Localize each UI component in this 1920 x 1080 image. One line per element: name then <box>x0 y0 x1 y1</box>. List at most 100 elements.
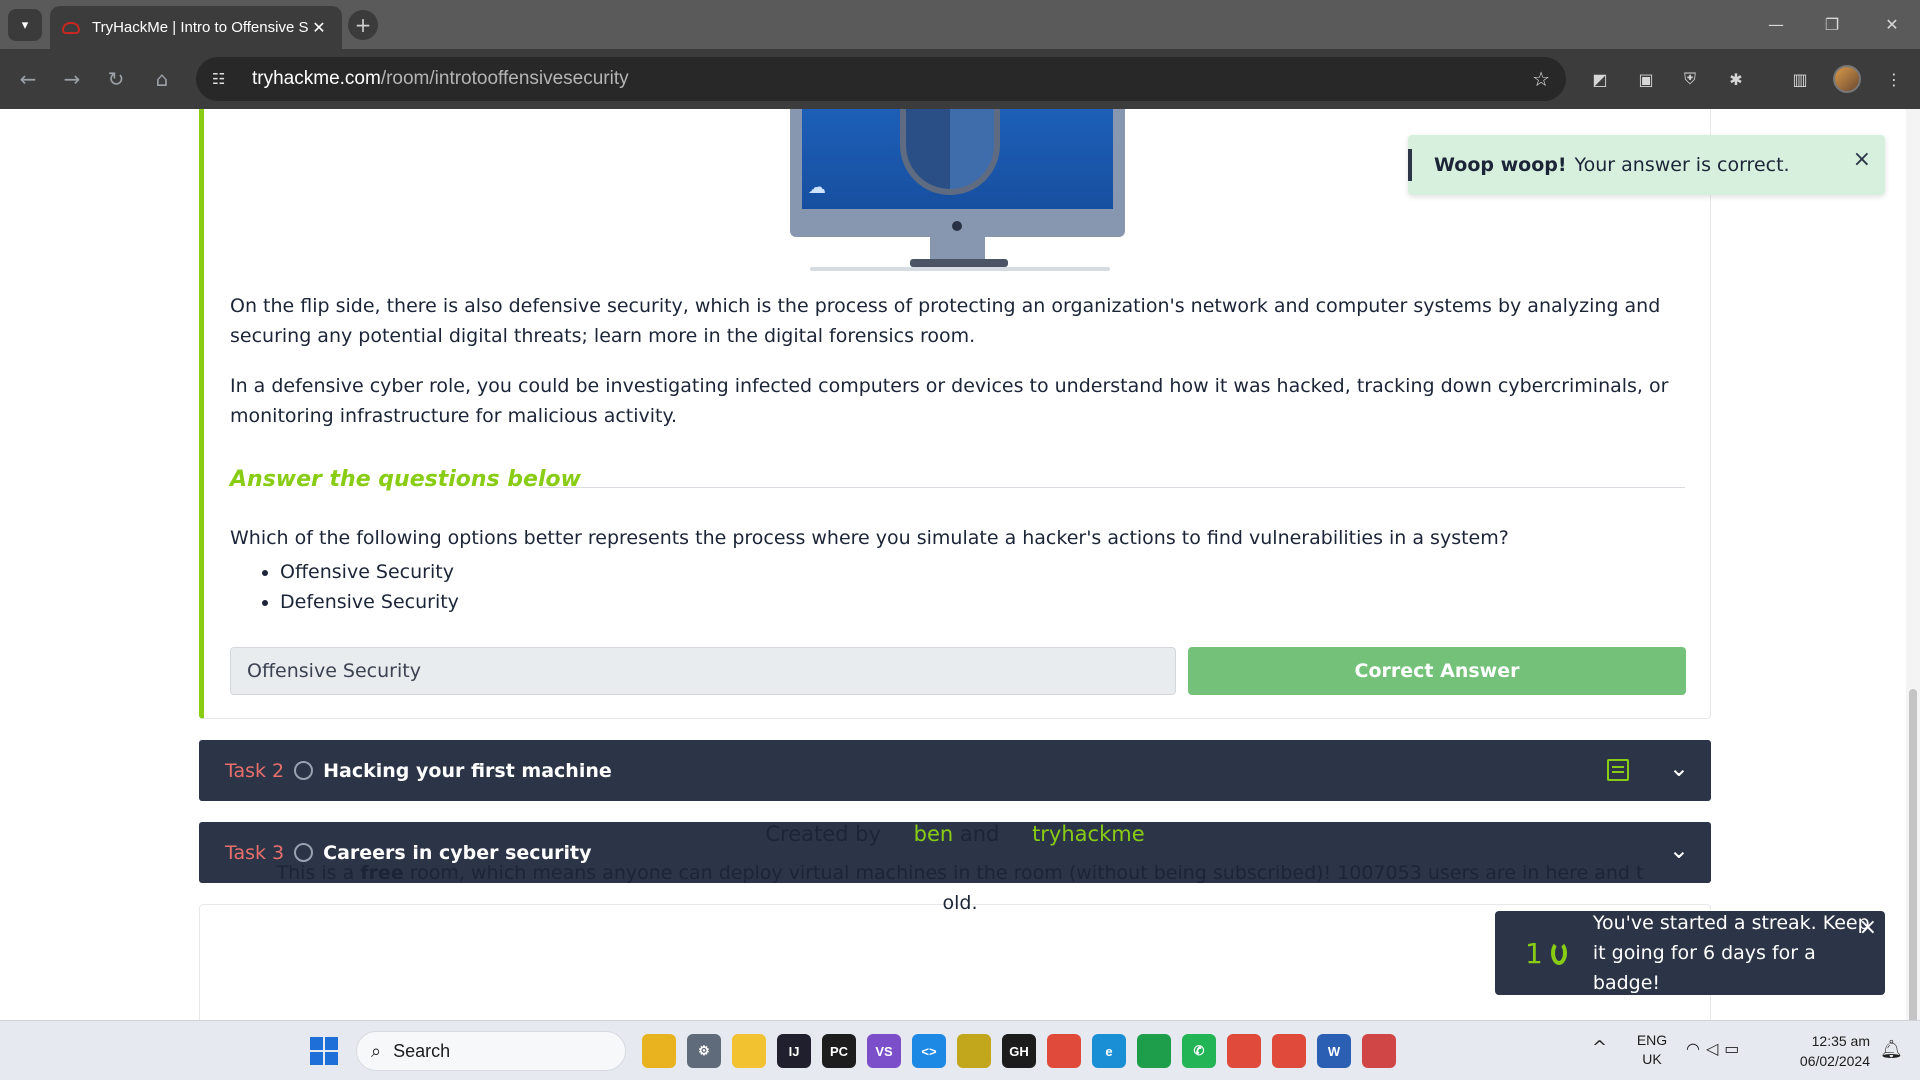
github-icon[interactable]: GH <box>1002 1034 1036 1068</box>
search-label: Search <box>393 1040 451 1061</box>
room-info-card <box>199 904 1711 1020</box>
author-link-ben[interactable]: ben <box>914 822 954 846</box>
task-files-icon[interactable] <box>1607 759 1629 781</box>
show-hidden-icons-icon[interactable]: ^ <box>1592 1037 1607 1058</box>
chrome-profile-icon[interactable] <box>1227 1034 1261 1068</box>
edge-icon[interactable]: e <box>1092 1034 1126 1068</box>
author-avatar <box>1010 825 1029 843</box>
clock-time: 12:35 am <box>1811 1033 1870 1049</box>
answers-heading: Answer the questions below <box>230 467 581 492</box>
defensive-role-paragraph: In a defensive cyber role, you could be … <box>230 375 1669 427</box>
free-prefix: This is a <box>276 862 361 884</box>
taskbar-search[interactable]: ⌕ Search <box>356 1031 626 1071</box>
browser-toolbar: ← → ↻ ⌂ ☷ tryhackme.com/room/introtooffe… <box>0 49 1920 109</box>
cloud-icon: ☁ <box>808 177 826 198</box>
new-tab-button[interactable]: + <box>348 10 378 40</box>
success-toast: Woop woop! Your answer is correct. × <box>1408 135 1885 195</box>
free-word: free <box>360 862 404 884</box>
shield-extension-icon[interactable]: ⛨ <box>1676 65 1704 93</box>
task-title: Hacking your first machine <box>323 759 612 782</box>
clock[interactable]: 12:35 am 06/02/2024 <box>1774 1031 1870 1071</box>
free-room-text: This is a free room, which means anyone … <box>230 858 1690 918</box>
lang-code: ENG <box>1636 1032 1668 1048</box>
address-bar[interactable]: ☷ tryhackme.com/room/introtooffensivesec… <box>196 57 1566 101</box>
home-icon[interactable]: ⌂ <box>146 63 178 95</box>
chrome-profile2-icon[interactable] <box>1272 1034 1306 1068</box>
site-info-icon[interactable]: ☷ <box>212 70 238 88</box>
option-item: Defensive Security <box>280 587 459 617</box>
tab-close-icon[interactable]: ✕ <box>308 18 330 38</box>
url-host: tryhackme.com <box>252 68 381 89</box>
browser-tab-strip: ▾ TryHackMe | Intro to Offensive Securit… <box>0 0 1920 49</box>
author-link-tryhackme[interactable]: tryhackme <box>1032 822 1145 846</box>
close-icon[interactable]: × <box>1853 147 1871 172</box>
task-number: Task 2 <box>225 759 285 782</box>
lang-region: UK <box>1642 1051 1662 1067</box>
whatsapp-icon[interactable]: ✆ <box>1182 1034 1216 1068</box>
tab-capture-icon[interactable]: ▣ <box>1632 65 1660 93</box>
back-icon[interactable]: ← <box>12 63 44 95</box>
battery-icon[interactable]: ▭ <box>1724 1039 1745 1058</box>
clock-date: 06/02/2024 <box>1799 1053 1870 1069</box>
defensive-security-illustration: ☁ <box>790 109 1125 277</box>
intellij-icon[interactable]: IJ <box>777 1034 811 1068</box>
divider <box>540 487 1685 488</box>
minimize-icon[interactable]: — <box>1748 0 1804 49</box>
word-icon[interactable]: W <box>1317 1034 1351 1068</box>
chrome-icon[interactable] <box>1047 1034 1081 1068</box>
success-toast-bold: Woop woop! <box>1434 154 1567 176</box>
system-tray-icons[interactable]: ◠◁▭ <box>1686 1039 1745 1058</box>
created-by-label: Created by <box>765 822 881 846</box>
task-2-header[interactable]: Task 2 Hacking your first machine ⌄ <box>199 740 1711 801</box>
volume-icon[interactable]: ◁ <box>1706 1039 1724 1058</box>
notification-bell-icon[interactable]: 🔔︎ <box>1880 1039 1903 1060</box>
windows-start-icon[interactable] <box>310 1037 338 1065</box>
file-explorer-icon[interactable] <box>732 1034 766 1068</box>
author-avatar <box>891 825 910 843</box>
url-path: /room/introtooffensivesecurity <box>380 68 629 89</box>
answer-input[interactable] <box>230 647 1176 695</box>
window-close-icon[interactable]: ✕ <box>1864 0 1920 49</box>
option-item: Offensive Security <box>280 557 459 587</box>
chevron-down-icon[interactable]: ⌄ <box>1669 754 1689 782</box>
success-toast-text: Your answer is correct. <box>1574 154 1790 176</box>
browser-tab[interactable]: TryHackMe | Intro to Offensive Security … <box>50 6 342 49</box>
tryhackme-favicon-icon <box>62 21 80 34</box>
forward-icon[interactable]: → <box>56 63 88 95</box>
pycharm-icon[interactable]: PC <box>822 1034 856 1068</box>
git-tool-icon[interactable] <box>957 1034 991 1068</box>
classroom-icon[interactable] <box>1137 1034 1171 1068</box>
tab-search-button[interactable]: ▾ <box>8 9 42 41</box>
wifi-icon[interactable]: ◠ <box>1686 1039 1706 1058</box>
tab-title: TryHackMe | Intro to Offensive Security <box>92 19 308 36</box>
extensions-puzzle-icon[interactable]: ✱ <box>1722 65 1750 93</box>
settings-icon[interactable]: ⚙ <box>687 1034 721 1068</box>
search-icon: ⌕ <box>371 1040 382 1061</box>
bookmark-star-icon[interactable]: ☆ <box>1532 67 1550 91</box>
visual-studio-icon[interactable]: VS <box>867 1034 901 1068</box>
vscode-icon[interactable]: <> <box>912 1034 946 1068</box>
and-label: and <box>959 822 1000 846</box>
defensive-security-paragraph: On the flip side, there is also defensiv… <box>230 295 1661 347</box>
language-indicator[interactable]: ENG UK <box>1634 1031 1670 1069</box>
flame-icon <box>1550 941 1567 965</box>
task-status-circle-icon <box>294 761 314 780</box>
extension-icon[interactable]: ◩ <box>1586 65 1614 93</box>
correct-answer-button[interactable]: Correct Answer <box>1188 647 1686 695</box>
streak-toast: 1 You've started a streak. Keep it going… <box>1495 911 1885 995</box>
streak-count: 1 <box>1525 936 1543 970</box>
question-text: Which of the following options better re… <box>230 527 1509 549</box>
free-tail: old. <box>942 892 978 914</box>
close-icon[interactable]: × <box>1859 915 1877 940</box>
created-by-line: Created by ben and tryhackme <box>0 822 1910 846</box>
side-panel-icon[interactable]: ▥ <box>1786 65 1814 93</box>
restore-icon[interactable]: ❐ <box>1804 0 1860 49</box>
copilot-icon[interactable] <box>642 1034 676 1068</box>
snipping-tool-icon[interactable] <box>1362 1034 1396 1068</box>
profile-avatar[interactable] <box>1833 65 1861 93</box>
page-scrollbar[interactable] <box>1906 109 1920 1080</box>
free-rest: room, which means anyone can deploy virt… <box>403 862 1644 884</box>
reload-icon[interactable]: ↻ <box>100 63 132 95</box>
windows-taskbar: ⌕ Search ⚙ IJ PC VS <> GH e ✆ W ^ ENG UK ◠◁▭ 12:… <box>0 1020 1920 1080</box>
browser-menu-icon[interactable]: ⋮ <box>1880 65 1908 93</box>
